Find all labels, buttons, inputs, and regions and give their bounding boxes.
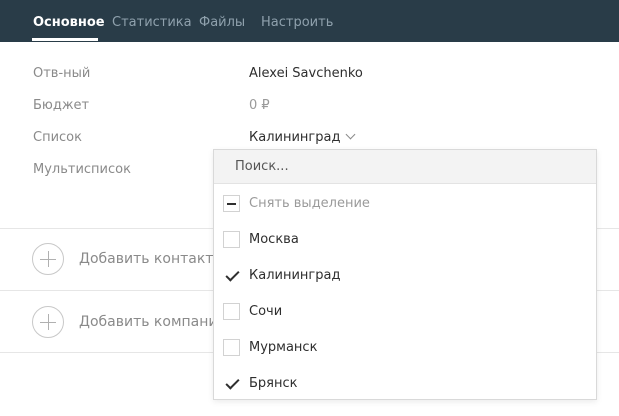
- option-label: Москва: [249, 232, 299, 247]
- active-tab-indicator: [32, 38, 98, 41]
- checkmark-icon[interactable]: [223, 267, 240, 284]
- tab-main[interactable]: Основное: [33, 14, 105, 32]
- tab-settings[interactable]: Настроить: [261, 14, 333, 32]
- checkbox-unchecked-icon[interactable]: [223, 339, 240, 356]
- option-label: Брянск: [249, 376, 298, 391]
- checkbox-unchecked-icon[interactable]: [223, 231, 240, 248]
- tab-files[interactable]: Файлы: [199, 14, 245, 32]
- budget-value[interactable]: 0 ₽: [249, 97, 270, 115]
- responsible-label: Отв-ный: [33, 66, 91, 81]
- tab-statistics[interactable]: Статистика: [112, 14, 192, 32]
- dropdown-option-kaliningrad[interactable]: Калининград: [214, 259, 596, 291]
- add-company-button[interactable]: Добавить компани: [32, 306, 218, 340]
- checkmark-icon[interactable]: [223, 375, 240, 392]
- budget-label: Бюджет: [33, 98, 90, 113]
- header-bar: Основное Статистика Файлы Настроить: [0, 0, 619, 42]
- plus-circle-icon: [32, 306, 64, 338]
- dropdown-option-sochi[interactable]: Сочи: [214, 295, 596, 327]
- dropdown-option-bryansk[interactable]: Брянск: [214, 367, 596, 399]
- dropdown-search-input[interactable]: [214, 150, 596, 184]
- plus-circle-icon: [32, 243, 64, 275]
- add-company-label: Добавить компани: [79, 314, 218, 330]
- responsible-value[interactable]: Alexei Savchenko: [249, 65, 363, 83]
- add-contact-label: Добавить контакт: [79, 251, 214, 267]
- dropdown-option-murmansk[interactable]: Мурманск: [214, 331, 596, 363]
- option-label: Калининград: [249, 268, 341, 283]
- deselect-all-option[interactable]: Снять выделение: [214, 187, 596, 219]
- multilist-label: Мультисписок: [33, 162, 131, 177]
- checkbox-unchecked-icon[interactable]: [223, 303, 240, 320]
- multilist-dropdown: Снять выделение Москва Калининград Сочи …: [213, 149, 597, 400]
- add-contact-button[interactable]: Добавить контакт: [32, 243, 232, 277]
- list-label: Список: [33, 130, 82, 145]
- chevron-down-icon: [346, 129, 356, 140]
- option-label: Мурманск: [249, 340, 318, 355]
- minus-checkbox-icon: [223, 195, 240, 212]
- option-label: Сочи: [249, 304, 283, 319]
- dropdown-option-moscow[interactable]: Москва: [214, 223, 596, 255]
- deselect-all-label: Снять выделение: [249, 196, 370, 211]
- list-select[interactable]: Калининград: [249, 129, 356, 147]
- list-select-value: Калининград: [249, 130, 341, 145]
